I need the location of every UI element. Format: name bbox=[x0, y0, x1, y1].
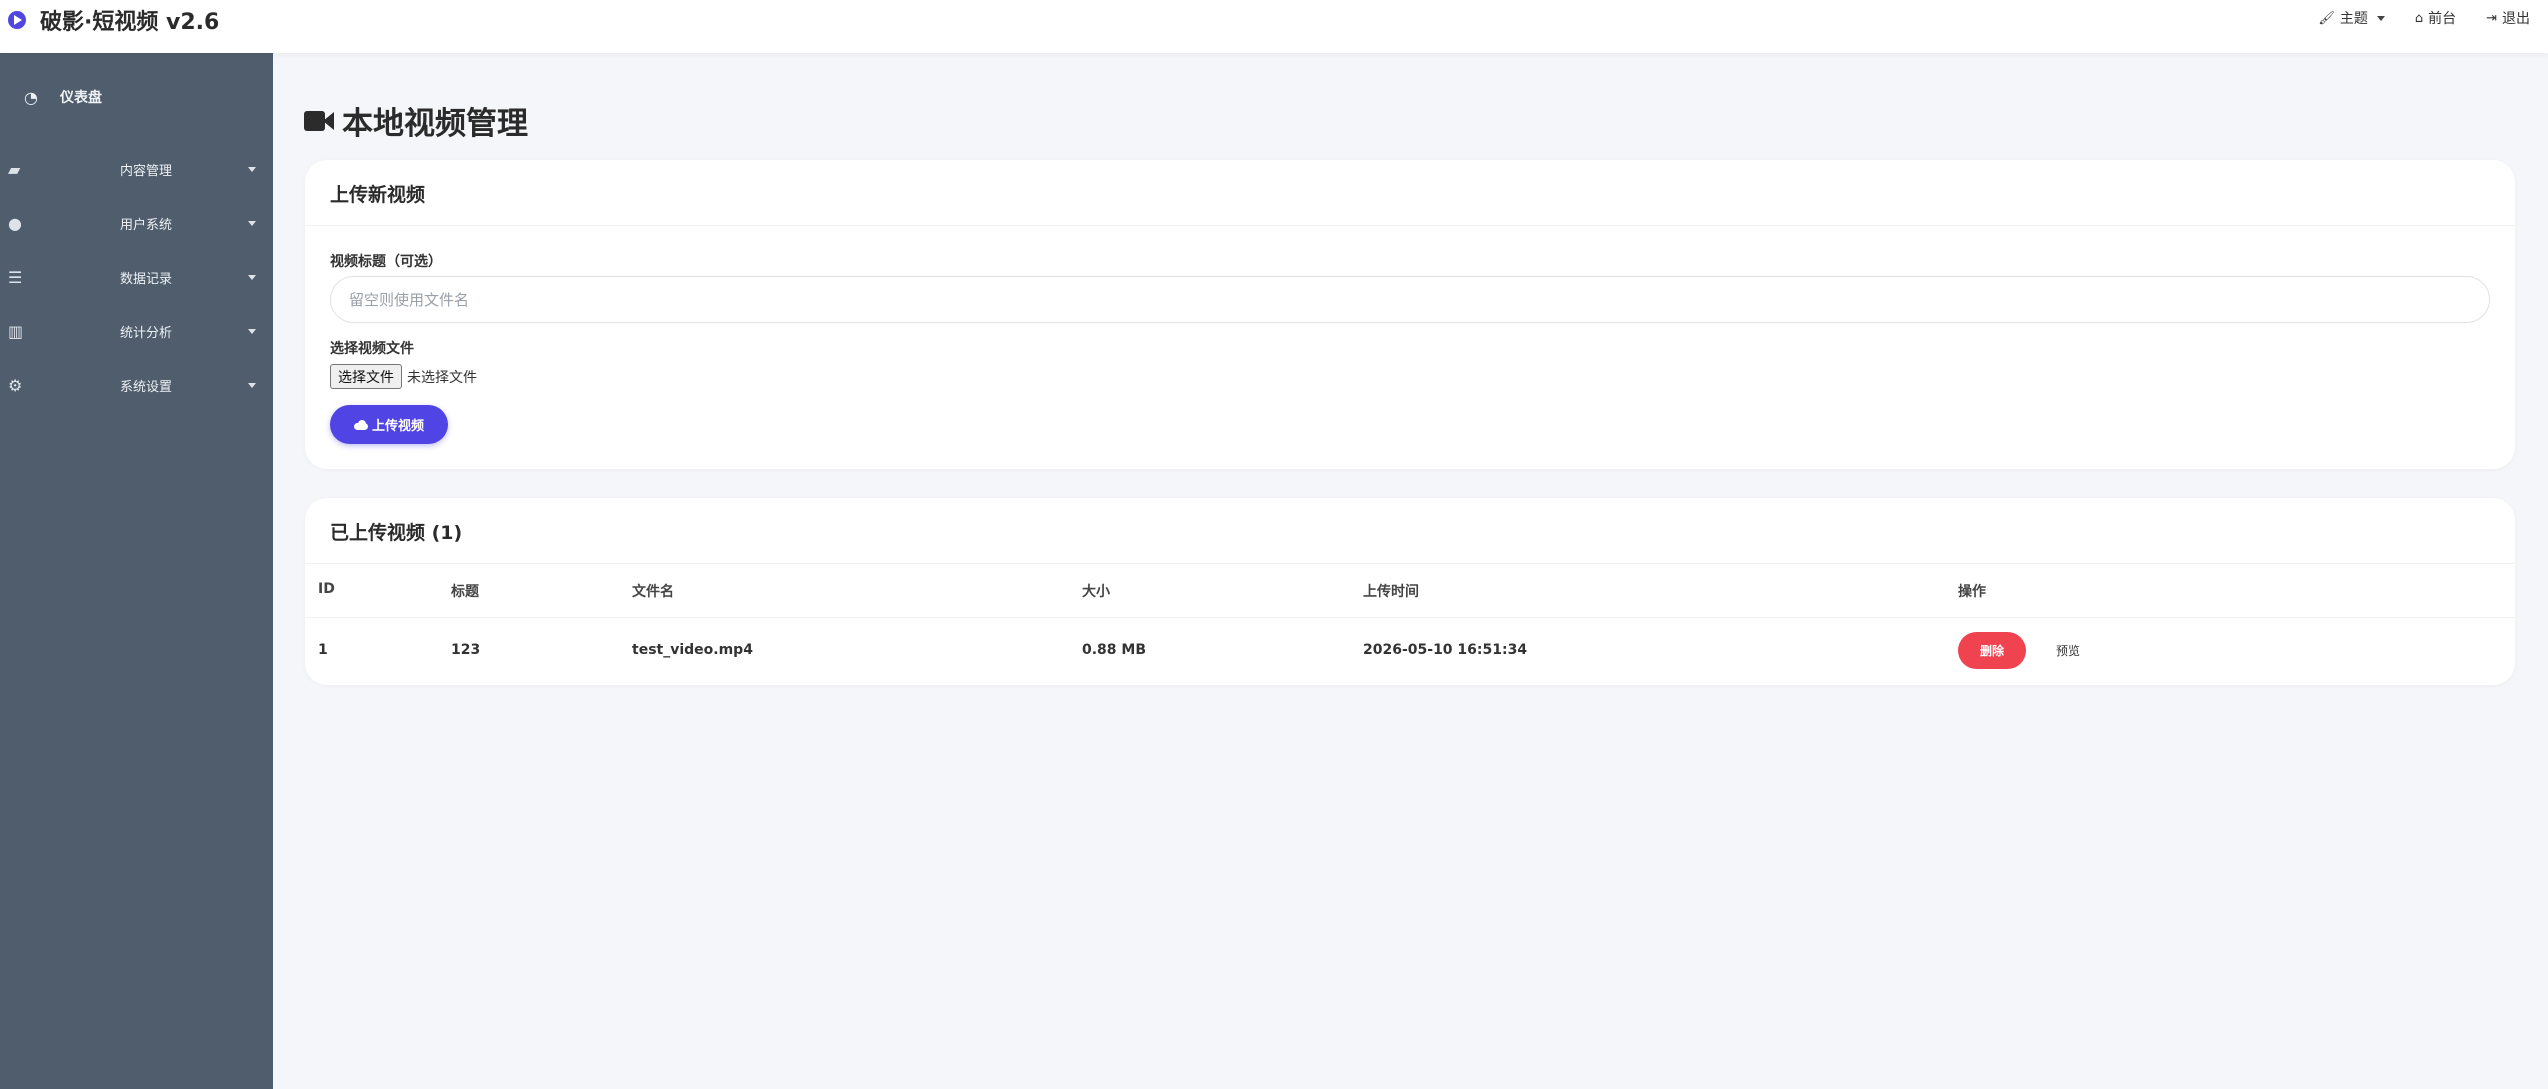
sidebar-item-label: 系统设置 bbox=[120, 379, 173, 395]
top-actions: 🖌 主题 ⌂ 前台 ⇥ 退出 bbox=[2318, 8, 2530, 28]
upload-video-label: 上传视频 bbox=[371, 419, 424, 434]
page-title-text: 本地视频管理 bbox=[342, 106, 528, 142]
upload-card-header: 上传新视频 bbox=[305, 160, 2515, 226]
sidebar-item-settings[interactable]: ⚙ 系统设置 bbox=[0, 370, 273, 400]
folder-open-icon: ▰ bbox=[8, 159, 21, 179]
choose-file-button[interactable]: 选择文件 bbox=[330, 364, 402, 389]
cogs-icon: ⚙ bbox=[8, 375, 23, 395]
video-camera-icon bbox=[304, 110, 334, 132]
upload-card-title: 上传新视频 bbox=[330, 184, 426, 206]
sidebar: ◔ 仪表盘 ▰ 内容管理 ● 用户系统 ☰ 数据记录 ▥ 统计分析 ⚙ 系统设置 bbox=[0, 53, 273, 1089]
frontend-label: 前台 bbox=[2428, 11, 2457, 27]
chevron-down-icon bbox=[248, 167, 256, 172]
users-icon: ● bbox=[8, 213, 22, 233]
upload-video-button[interactable]: 上传视频 bbox=[330, 405, 448, 444]
play-logo-icon bbox=[8, 11, 26, 29]
column-header-actions: 操作 bbox=[1958, 584, 1986, 600]
bar-chart-icon: ▥ bbox=[8, 321, 24, 341]
theme-dropdown[interactable]: 🖌 主题 bbox=[2318, 8, 2385, 28]
sidebar-item-label: 用户系统 bbox=[120, 217, 173, 233]
sidebar-item-label: 内容管理 bbox=[120, 163, 173, 179]
frontend-link[interactable]: ⌂ 前台 bbox=[2415, 8, 2456, 28]
cell-title: 123 bbox=[451, 642, 481, 658]
video-title-input[interactable] bbox=[330, 276, 2490, 323]
file-status: 未选择文件 bbox=[407, 369, 477, 386]
sidebar-item-users[interactable]: ● 用户系统 bbox=[0, 208, 273, 238]
app-title: 破影·短视频 v2.6 bbox=[40, 10, 220, 35]
preview-button[interactable]: 预览 bbox=[2036, 632, 2100, 669]
column-header-size: 大小 bbox=[1082, 584, 1110, 600]
theme-label: 主题 bbox=[2339, 11, 2368, 27]
brand[interactable]: 破影·短视频 v2.6 bbox=[8, 6, 220, 35]
chevron-down-icon bbox=[248, 275, 256, 280]
file-picker: 选择文件 未选择文件 bbox=[330, 364, 477, 389]
list-card-header: 已上传视频 (1) bbox=[305, 498, 2515, 564]
sidebar-item-stats[interactable]: ▥ 统计分析 bbox=[0, 316, 273, 346]
column-header-id: ID bbox=[318, 581, 335, 597]
sidebar-item-dashboard[interactable]: ◔ 仪表盘 bbox=[24, 87, 102, 107]
database-icon: ☰ bbox=[8, 267, 23, 287]
chevron-down-icon bbox=[248, 383, 256, 388]
cell-filename: test_video.mp4 bbox=[632, 642, 753, 658]
cell-id: 1 bbox=[318, 642, 328, 658]
paintbrush-icon: 🖌 bbox=[2318, 10, 2335, 26]
sidebar-item-content[interactable]: ▰ 内容管理 bbox=[0, 154, 273, 184]
dashboard-icon: ◔ bbox=[24, 87, 38, 107]
chevron-down-icon bbox=[248, 221, 256, 226]
delete-button[interactable]: 删除 bbox=[1958, 632, 2026, 669]
column-header-filename: 文件名 bbox=[632, 584, 674, 600]
title-field-label: 视频标题（可选） bbox=[330, 254, 442, 270]
chevron-down-icon bbox=[248, 329, 256, 334]
logout-link[interactable]: ⇥ 退出 bbox=[2486, 8, 2530, 28]
file-field-label: 选择视频文件 bbox=[330, 341, 414, 357]
sidebar-item-label: 统计分析 bbox=[120, 325, 173, 341]
list-card-title: 已上传视频 (1) bbox=[330, 522, 463, 544]
sidebar-item-label: 数据记录 bbox=[120, 271, 173, 287]
page-title: 本地视频管理 bbox=[304, 98, 528, 143]
cell-size: 0.88 MB bbox=[1082, 642, 1147, 658]
top-navbar: 破影·短视频 v2.6 🖌 主题 ⌂ 前台 ⇥ 退出 bbox=[0, 0, 2548, 53]
cell-upload-time: 2026-05-10 16:51:34 bbox=[1363, 642, 1528, 658]
chevron-down-icon bbox=[2376, 15, 2385, 21]
upload-card: 上传新视频 视频标题（可选） 选择视频文件 选择文件 未选择文件 上传视频 bbox=[305, 160, 2515, 469]
table-divider bbox=[305, 617, 2515, 618]
uploaded-videos-card: 已上传视频 (1) ID 标题 文件名 大小 上传时间 操作 1 123 tes… bbox=[305, 498, 2515, 685]
home-icon: ⌂ bbox=[2414, 10, 2424, 26]
sign-out-icon: ⇥ bbox=[2486, 10, 2497, 26]
logout-label: 退出 bbox=[2502, 11, 2530, 27]
sidebar-item-data[interactable]: ☰ 数据记录 bbox=[0, 262, 273, 292]
column-header-title: 标题 bbox=[451, 584, 479, 600]
sidebar-item-label: 仪表盘 bbox=[59, 90, 102, 106]
cloud-upload-icon bbox=[353, 419, 368, 430]
column-header-upload-time: 上传时间 bbox=[1363, 584, 1419, 600]
